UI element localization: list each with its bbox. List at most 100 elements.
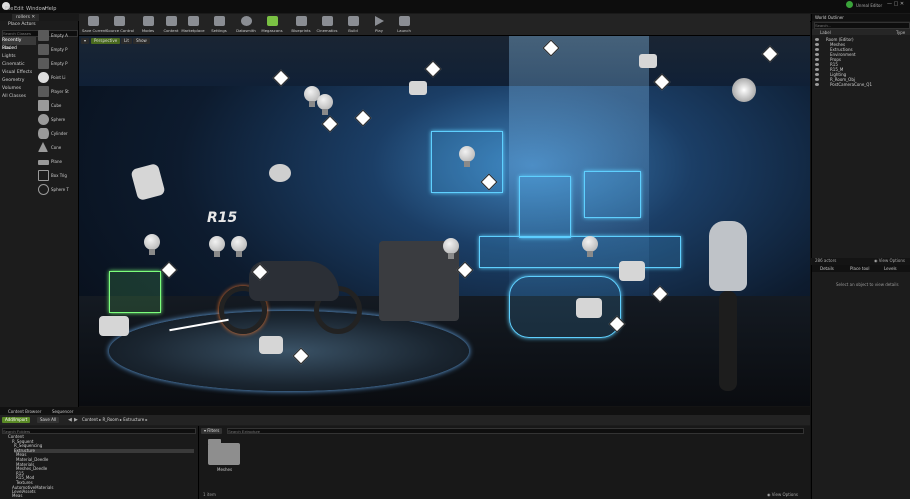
category-volumes[interactable]: Volumes [2, 85, 36, 93]
spot-light-icon[interactable] [639, 54, 657, 68]
perspective-button[interactable]: Perspective [91, 38, 121, 44]
actor-item[interactable]: Plane [37, 155, 77, 169]
source-control-button[interactable]: Source Control [106, 14, 134, 35]
outliner-search-input[interactable] [814, 22, 910, 29]
visibility-eye-icon[interactable] [815, 68, 819, 71]
settings-button[interactable]: Settings [209, 14, 229, 35]
column-label[interactable]: Label [820, 30, 831, 35]
visibility-eye-icon[interactable] [815, 38, 819, 41]
visibility-eye-icon[interactable] [815, 78, 819, 81]
point-light-icon[interactable] [317, 94, 333, 116]
spot-light-icon[interactable] [99, 316, 129, 336]
breadcrumb-item[interactable]: Content [82, 417, 98, 422]
actor-item[interactable]: Point Li [37, 71, 77, 85]
source-control-status-icon[interactable] [846, 1, 853, 8]
visibility-eye-icon[interactable] [815, 43, 819, 46]
search-folders-input[interactable] [2, 428, 196, 434]
category-basic[interactable]: Basic [2, 45, 36, 53]
move-gizmo-icon[interactable] [456, 261, 474, 279]
category-lights[interactable]: Lights [2, 53, 36, 61]
visibility-eye-icon[interactable] [815, 58, 819, 61]
actor-item[interactable]: Sphere T [37, 183, 77, 197]
category-cinematic[interactable]: Cinematic [2, 61, 36, 69]
decal-icon[interactable] [130, 162, 166, 202]
actor-item[interactable]: Cylinder [37, 127, 77, 141]
spot-light-icon[interactable] [409, 81, 427, 95]
megascans-button[interactable]: Megascans [260, 14, 284, 35]
tree-item[interactable]: Meas [12, 494, 22, 499]
point-light-icon[interactable] [459, 146, 475, 168]
cinematics-button[interactable]: Cinematics [315, 14, 339, 35]
actor-item[interactable]: Cone [37, 141, 77, 155]
actor-item[interactable]: Empty A [37, 29, 77, 43]
visibility-eye-icon[interactable] [815, 48, 819, 51]
blueprints-button[interactable]: Blueprints [289, 14, 313, 35]
spot-light-icon[interactable] [576, 298, 602, 318]
spot-light-icon[interactable] [259, 336, 283, 354]
category-recently-placed[interactable]: Recently Placed [2, 37, 36, 51]
point-light-icon[interactable] [231, 236, 247, 258]
cloud-fog-icon[interactable] [269, 164, 291, 182]
history-forward-icon[interactable]: ▶ [74, 417, 78, 423]
column-type[interactable]: Type [896, 30, 905, 35]
move-gizmo-icon[interactable] [321, 115, 339, 133]
save-all-button[interactable]: Save All [37, 417, 60, 423]
viewport-options-button[interactable]: ▾ [81, 38, 90, 44]
tab-sequencer[interactable]: Sequencer [52, 409, 73, 414]
datasmith-button[interactable]: Datasmith [235, 14, 257, 35]
category-geometry[interactable]: Geometry [2, 77, 36, 85]
menu-window[interactable]: Window [26, 6, 46, 12]
category-visual-effects[interactable]: Visual Effects [2, 69, 36, 77]
level-tab[interactable]: rollers ✕ [12, 14, 40, 21]
outliner-row[interactable]: PostCameraCone_Q1 [830, 82, 872, 87]
spot-light-icon[interactable] [619, 261, 645, 281]
history-back-icon[interactable]: ◀ [68, 417, 72, 423]
save-current-button[interactable]: Save Current [82, 14, 107, 35]
launch-button[interactable]: Launch [394, 14, 414, 35]
move-gizmo-icon[interactable] [160, 261, 178, 279]
motorcycle-model[interactable] [219, 246, 369, 336]
lit-button[interactable]: Lit [121, 38, 132, 44]
motorcycle-front-view[interactable] [689, 221, 764, 401]
breadcrumb-item[interactable]: R_Room [102, 417, 118, 422]
asset-search-input[interactable] [227, 428, 804, 434]
visibility-eye-icon[interactable] [815, 53, 819, 56]
build-button[interactable]: Build [344, 14, 362, 35]
category-all-classes[interactable]: All Classes [2, 93, 36, 101]
view-options-button[interactable]: ◉ View Options [767, 492, 798, 497]
menu-file[interactable]: File [5, 6, 13, 12]
menu-edit[interactable]: Edit [14, 6, 24, 12]
point-light-icon[interactable] [209, 236, 225, 258]
content-button[interactable]: Content [162, 14, 180, 35]
actor-item[interactable]: Empty P [37, 57, 77, 71]
actor-item[interactable]: Cube [37, 99, 77, 113]
level-viewport[interactable]: ▾ Perspective Lit Show R15 [79, 36, 810, 406]
point-light-icon[interactable] [144, 234, 160, 256]
visibility-eye-icon[interactable] [815, 63, 819, 66]
folder-icon[interactable] [208, 439, 240, 465]
breadcrumb-item[interactable]: Extructure [123, 417, 144, 422]
actor-item[interactable]: Player St [37, 85, 77, 99]
add-import-button[interactable]: Add/Import [2, 417, 31, 423]
menu-help[interactable]: Help [45, 6, 56, 12]
visibility-eye-icon[interactable] [815, 73, 819, 76]
reflection-capture-icon[interactable] [732, 78, 756, 102]
tree-item-selected[interactable]: Extructure [14, 448, 194, 454]
marketplace-button[interactable]: Marketplace [181, 14, 205, 35]
view-options-button[interactable]: ◉ View Options [874, 258, 905, 263]
point-light-icon[interactable] [443, 238, 459, 260]
visibility-eye-icon[interactable] [815, 83, 819, 86]
point-light-icon[interactable] [582, 236, 598, 258]
tab-place-tool[interactable]: Place tool [850, 266, 869, 271]
show-button[interactable]: Show [133, 38, 150, 44]
tab-levels[interactable]: Levels [884, 266, 897, 271]
actor-item[interactable]: Box Trig [37, 169, 77, 183]
actor-item[interactable]: Sphere [37, 113, 77, 127]
play-button[interactable]: Play [371, 14, 387, 35]
actor-item[interactable]: Empty P [37, 43, 77, 57]
filters-button[interactable]: ▾ Filters [201, 428, 223, 434]
move-gizmo-icon[interactable] [354, 109, 372, 127]
tab-content-browser[interactable]: Content Browser [8, 409, 41, 414]
modes-button[interactable]: Modes [138, 14, 158, 35]
window-controls[interactable]: — □ ✕ [887, 1, 907, 7]
